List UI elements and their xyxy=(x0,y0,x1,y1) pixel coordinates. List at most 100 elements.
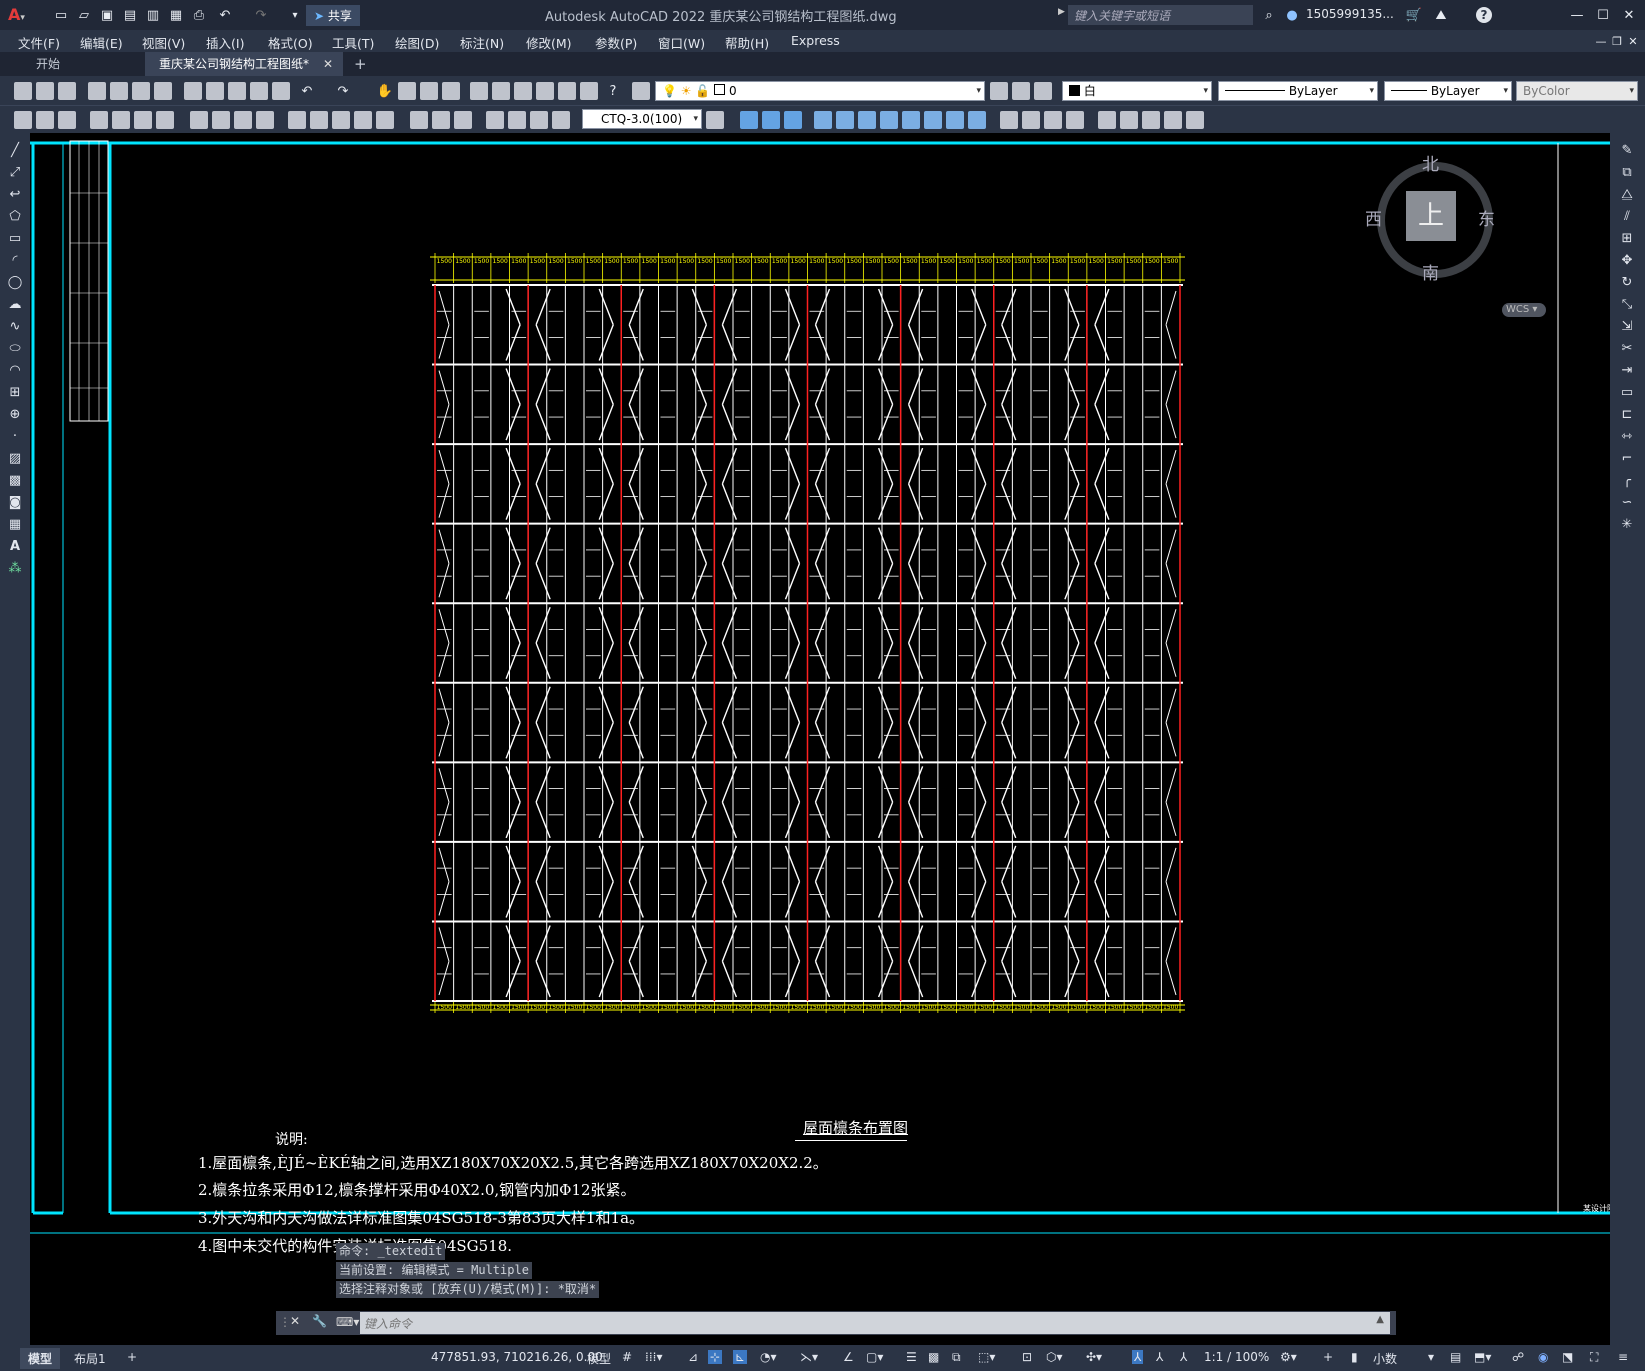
hardware-acceleration-icon[interactable]: ◉ xyxy=(1538,1350,1548,1364)
join-icon[interactable]: ⇿ xyxy=(1618,429,1636,445)
menu-dimension[interactable]: 标注(N) xyxy=(460,33,504,52)
menu-edit[interactable]: 编辑(E) xyxy=(80,33,123,52)
dim-text-edit-icon[interactable] xyxy=(454,111,472,129)
annotation-monitor-icon[interactable]: + xyxy=(1323,1350,1333,1364)
doc-close-icon[interactable]: ✕ xyxy=(1624,32,1642,50)
dynamic-ucs-icon[interactable]: ⊡ xyxy=(1022,1350,1032,1364)
rectangle-icon[interactable]: ▭ xyxy=(6,231,24,247)
dimstyle-dropdown[interactable]: CTQ-3.0(100) ▾ xyxy=(582,109,702,129)
spline-icon[interactable]: ∿ xyxy=(6,319,24,335)
menu-draw[interactable]: 绘图(D) xyxy=(395,33,439,52)
user-icon[interactable]: ● xyxy=(1283,6,1301,24)
linetype-dropdown[interactable]: ByLayer ▾ xyxy=(1218,81,1378,101)
lineweight-dropdown[interactable]: ByLayer ▾ xyxy=(1384,81,1512,101)
open-icon[interactable] xyxy=(36,82,54,100)
dim-break-icon[interactable] xyxy=(310,111,328,129)
plotstyle-dropdown[interactable]: ByColor ▾ xyxy=(1516,81,1638,101)
copy-object-icon[interactable]: ⧉ xyxy=(1618,165,1636,181)
fillet-icon[interactable]: ╭ xyxy=(1618,473,1636,489)
open-file-icon[interactable]: ▱ xyxy=(75,6,93,24)
layout-tab-model[interactable]: 模型 xyxy=(20,1348,61,1369)
shade-1-icon[interactable] xyxy=(1000,111,1018,129)
gizmo-icon[interactable]: ✣▾ xyxy=(1086,1350,1102,1364)
quick-properties-icon[interactable]: ▤ xyxy=(1450,1350,1461,1364)
dim-baseline-icon[interactable] xyxy=(234,111,252,129)
shade-2-icon[interactable] xyxy=(1022,111,1040,129)
maximize-icon[interactable]: ☐ xyxy=(1594,6,1612,24)
edit-3-icon[interactable] xyxy=(1142,111,1160,129)
viewcube[interactable]: 上 北 南 西 东 xyxy=(1365,150,1495,284)
dim-reassociate-icon[interactable] xyxy=(508,111,526,129)
matchprop-icon[interactable] xyxy=(250,82,268,100)
vp-2-icon[interactable] xyxy=(762,111,780,129)
3d-print-icon[interactable] xyxy=(154,82,172,100)
ortho-icon[interactable]: ⊾ xyxy=(733,1350,748,1364)
command-close-icon[interactable]: ✕ xyxy=(290,1314,300,1328)
command-input[interactable]: 键入命令 ▲ xyxy=(360,1312,1390,1334)
add-layout-button[interactable]: + xyxy=(127,1350,137,1364)
pan-icon[interactable]: ✋ xyxy=(376,82,394,100)
center-mark-icon[interactable] xyxy=(354,111,372,129)
layer-state-icon[interactable] xyxy=(1034,82,1052,100)
dim-edit-icon[interactable] xyxy=(432,111,450,129)
hatch-icon[interactable]: ▨ xyxy=(6,451,24,467)
minimize-icon[interactable]: — xyxy=(1568,6,1586,24)
menu-view[interactable]: 视图(V) xyxy=(142,33,185,52)
publish-icon[interactable] xyxy=(132,82,150,100)
units-icon[interactable]: ▮ xyxy=(1351,1350,1358,1364)
save-as-icon[interactable]: ▤ xyxy=(121,6,139,24)
app-logo[interactable]: A▾ xyxy=(8,5,25,24)
vp-1-icon[interactable] xyxy=(740,111,758,129)
tolerance-icon[interactable] xyxy=(332,111,350,129)
edit-5-icon[interactable] xyxy=(1186,111,1204,129)
zoom-window-icon[interactable] xyxy=(420,82,438,100)
lineweight-icon[interactable]: ☰ xyxy=(906,1350,917,1364)
blend-icon[interactable]: ∽ xyxy=(1618,495,1636,511)
isolate-objects-icon[interactable]: ☍ xyxy=(1512,1350,1524,1364)
wcs-menu[interactable]: WCS ▾ xyxy=(1502,303,1546,317)
mtext-icon[interactable]: A xyxy=(6,539,24,555)
dim-quick-icon[interactable] xyxy=(212,111,230,129)
edit-2-icon[interactable] xyxy=(1120,111,1138,129)
region-icon[interactable]: ◙ xyxy=(6,495,24,511)
auto-scale-icon[interactable]: ⅄ xyxy=(1156,1350,1163,1364)
menu-format[interactable]: 格式(O) xyxy=(268,33,313,52)
save-tool-icon[interactable] xyxy=(58,82,76,100)
command-recent-icon[interactable]: ⌨▾ xyxy=(336,1315,359,1329)
plot-icon[interactable] xyxy=(88,82,106,100)
break-icon[interactable]: ⊏ xyxy=(1618,407,1636,423)
cart-icon[interactable]: 🛒 xyxy=(1405,6,1423,24)
solid-5-icon[interactable] xyxy=(902,111,920,129)
inspection-icon[interactable] xyxy=(376,111,394,129)
color-dropdown[interactable]: 白 ▾ xyxy=(1062,81,1212,101)
trim-icon[interactable]: ✂ xyxy=(1618,341,1636,357)
snap-icon[interactable]: ⁞⁞⁞▾ xyxy=(645,1350,662,1364)
3d-osnap-icon[interactable]: ⬚▾ xyxy=(978,1350,995,1364)
transparency-icon[interactable]: ▩ xyxy=(928,1350,939,1364)
redo-icon[interactable]: ↷ xyxy=(252,6,270,24)
chamfer-icon[interactable]: ⌐ xyxy=(1618,451,1636,467)
preview-icon[interactable] xyxy=(110,82,128,100)
offset-icon[interactable]: ⫽ xyxy=(1618,209,1636,225)
solid-8-icon[interactable] xyxy=(968,111,986,129)
menu-file[interactable]: 文件(F) xyxy=(18,33,60,52)
copy-icon[interactable] xyxy=(206,82,224,100)
dim-linear-icon[interactable] xyxy=(14,111,32,129)
dimstyle-manager-icon[interactable] xyxy=(706,111,724,129)
workspace-icon[interactable]: ⚙▾ xyxy=(1280,1350,1297,1364)
explode-icon[interactable]: ✳ xyxy=(1618,517,1636,533)
stretch-icon[interactable]: ⇲ xyxy=(1618,319,1636,335)
autodesk-account-icon[interactable]: ⛰ xyxy=(1432,6,1450,24)
model-space-toggle[interactable]: 模型 xyxy=(587,1350,611,1367)
coordinates-readout[interactable]: 477851.93, 710216.26, 0.00 xyxy=(431,1350,603,1364)
compass-south[interactable]: 南 xyxy=(1422,259,1439,284)
menu-insert[interactable]: 插入(I) xyxy=(206,33,244,52)
selection-filter-icon[interactable]: ⬡▾ xyxy=(1046,1350,1063,1364)
customization-icon[interactable]: ≡ xyxy=(1618,1350,1628,1364)
add-selected-icon[interactable]: ⁂ xyxy=(6,561,24,577)
solid-7-icon[interactable] xyxy=(946,111,964,129)
object-snap-icon[interactable]: ▢▾ xyxy=(866,1350,883,1364)
new-tab-button[interactable]: + xyxy=(340,52,381,76)
help-button[interactable]: ? xyxy=(1476,7,1492,23)
annotation-scale-value[interactable]: 1:1 / 100% xyxy=(1204,1350,1269,1364)
